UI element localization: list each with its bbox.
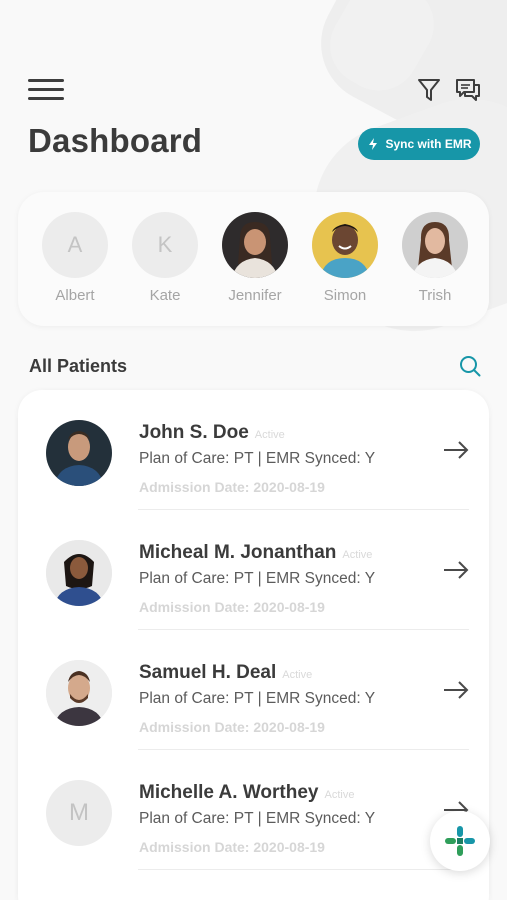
avatar bbox=[402, 212, 468, 278]
medical-cross-icon bbox=[445, 826, 475, 856]
patient-name: John S. Doe bbox=[139, 422, 249, 443]
sync-button-label: Sync with EMR bbox=[385, 137, 472, 151]
recent-patient-name: Simon bbox=[323, 287, 367, 304]
sync-icon bbox=[369, 138, 378, 150]
person-photo-icon bbox=[222, 212, 288, 278]
person-photo-icon bbox=[312, 212, 378, 278]
recent-patient-jennifer[interactable]: Jennifer bbox=[221, 212, 289, 304]
add-floating-button[interactable] bbox=[430, 811, 490, 871]
avatar: A bbox=[42, 212, 108, 278]
arrow-right-icon[interactable] bbox=[443, 560, 469, 580]
filter-icon[interactable] bbox=[417, 77, 441, 103]
search-icon[interactable] bbox=[459, 355, 481, 377]
patient-name-line: Samuel H. Deal Active bbox=[139, 662, 312, 684]
status-badge: Active bbox=[342, 549, 373, 561]
patient-row[interactable]: M Michelle A. Worthey Active Plan of Care… bbox=[18, 750, 489, 870]
top-bar bbox=[28, 75, 481, 105]
divider bbox=[138, 869, 469, 870]
patient-name: Michelle A. Worthey bbox=[139, 782, 319, 803]
page-title: Dashboard bbox=[28, 122, 203, 159]
status-badge: Active bbox=[324, 789, 355, 801]
admission-date: Admission Date: 2020-08-19 bbox=[139, 479, 325, 495]
patient-row[interactable]: Micheal M. Jonanthan Active Plan of Care:… bbox=[18, 510, 489, 630]
recent-patient-kate[interactable]: K Kate bbox=[131, 212, 199, 304]
hamburger-menu-icon[interactable] bbox=[28, 79, 64, 101]
plan-of-care: Plan of Care: PT | EMR Synced: Y bbox=[139, 690, 376, 707]
section-title: All Patients bbox=[29, 356, 128, 376]
status-badge: Active bbox=[282, 669, 313, 681]
chat-icon[interactable] bbox=[455, 77, 481, 103]
avatar bbox=[46, 660, 112, 726]
person-photo-icon bbox=[402, 212, 468, 278]
patient-row[interactable]: Samuel H. Deal Active Plan of Care: PT | … bbox=[18, 630, 489, 750]
arrow-right-icon[interactable] bbox=[443, 680, 469, 700]
patients-list: John S. Doe Active Plan of Care: PT | EMR… bbox=[18, 390, 489, 900]
recent-patients-card: A Albert K Kate Jennifer Simon Trish bbox=[18, 192, 489, 326]
recent-patient-name: Trish bbox=[418, 287, 452, 304]
recent-patient-name: Jennifer bbox=[228, 287, 282, 304]
avatar bbox=[312, 212, 378, 278]
recent-patient-name: Albert bbox=[55, 287, 95, 304]
recent-patient-simon[interactable]: Simon bbox=[311, 212, 379, 304]
arrow-right-icon[interactable] bbox=[443, 440, 469, 460]
person-photo-icon bbox=[46, 420, 112, 486]
avatar bbox=[46, 420, 112, 486]
admission-date: Admission Date: 2020-08-19 bbox=[139, 599, 325, 615]
patient-name: Micheal M. Jonanthan bbox=[139, 542, 337, 563]
patient-name-line: Micheal M. Jonanthan Active bbox=[139, 542, 372, 564]
admission-date: Admission Date: 2020-08-19 bbox=[139, 719, 325, 735]
avatar bbox=[46, 540, 112, 606]
recent-patient-albert[interactable]: A Albert bbox=[41, 212, 109, 304]
patient-name-line: John S. Doe Active bbox=[139, 422, 285, 444]
sync-with-emr-button[interactable]: Sync with EMR bbox=[358, 128, 480, 160]
status-badge: Active bbox=[254, 429, 285, 441]
person-photo-icon bbox=[46, 660, 112, 726]
recent-patient-trish[interactable]: Trish bbox=[401, 212, 469, 304]
patient-row[interactable]: John S. Doe Active Plan of Care: PT | EMR… bbox=[18, 390, 489, 510]
avatar bbox=[222, 212, 288, 278]
person-photo-icon bbox=[46, 540, 112, 606]
recent-patient-name: Kate bbox=[149, 287, 181, 304]
plan-of-care: Plan of Care: PT | EMR Synced: Y bbox=[139, 570, 376, 587]
plan-of-care: Plan of Care: PT | EMR Synced: Y bbox=[139, 810, 376, 827]
patient-name: Samuel H. Deal bbox=[139, 662, 277, 683]
avatar: K bbox=[132, 212, 198, 278]
admission-date: Admission Date: 2020-08-19 bbox=[139, 839, 325, 855]
patient-name-line: Michelle A. Worthey Active bbox=[139, 782, 354, 804]
avatar: M bbox=[46, 780, 112, 846]
plan-of-care: Plan of Care: PT | EMR Synced: Y bbox=[139, 450, 376, 467]
